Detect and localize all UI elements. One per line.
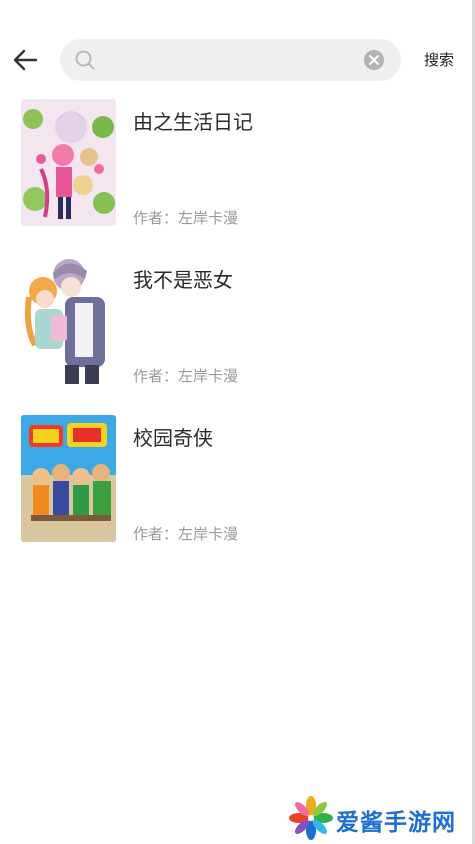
list-item[interactable]: 校园奇侠 作者：左岸卡漫 xyxy=(0,412,472,570)
search-icon xyxy=(75,50,95,70)
search-header: 搜索 xyxy=(0,38,472,82)
pinwheel-logo-icon xyxy=(289,796,333,840)
result-author: 作者：左岸卡漫 xyxy=(133,209,239,227)
watermark-text: 爱酱手游网 xyxy=(336,810,456,836)
search-button[interactable]: 搜索 xyxy=(416,48,462,72)
result-author: 作者：左岸卡漫 xyxy=(133,525,239,543)
list-item[interactable]: 由之生活日记 作者：左岸卡漫 xyxy=(0,96,472,254)
result-title[interactable]: 我不是恶女 xyxy=(133,264,233,293)
result-author: 作者：左岸卡漫 xyxy=(133,367,239,385)
manga-cover-couple-icon[interactable] xyxy=(21,257,116,384)
search-box[interactable] xyxy=(60,39,401,81)
watermark-logo: 爱酱手游网 xyxy=(288,795,468,841)
result-list: 由之生活日记 作者：左岸卡漫 我不是恶女 作者：左岸卡漫 校园奇侠 作者：左岸卡… xyxy=(0,96,472,570)
manga-cover-flowers-icon[interactable] xyxy=(21,99,116,226)
back-arrow-icon[interactable] xyxy=(10,44,42,76)
result-title[interactable]: 由之生活日记 xyxy=(133,106,253,135)
manga-cover-heroes-icon[interactable] xyxy=(21,415,116,542)
result-title[interactable]: 校园奇侠 xyxy=(133,422,213,451)
clear-icon[interactable] xyxy=(363,49,385,71)
search-input[interactable] xyxy=(104,39,354,81)
list-item[interactable]: 我不是恶女 作者：左岸卡漫 xyxy=(0,254,472,412)
